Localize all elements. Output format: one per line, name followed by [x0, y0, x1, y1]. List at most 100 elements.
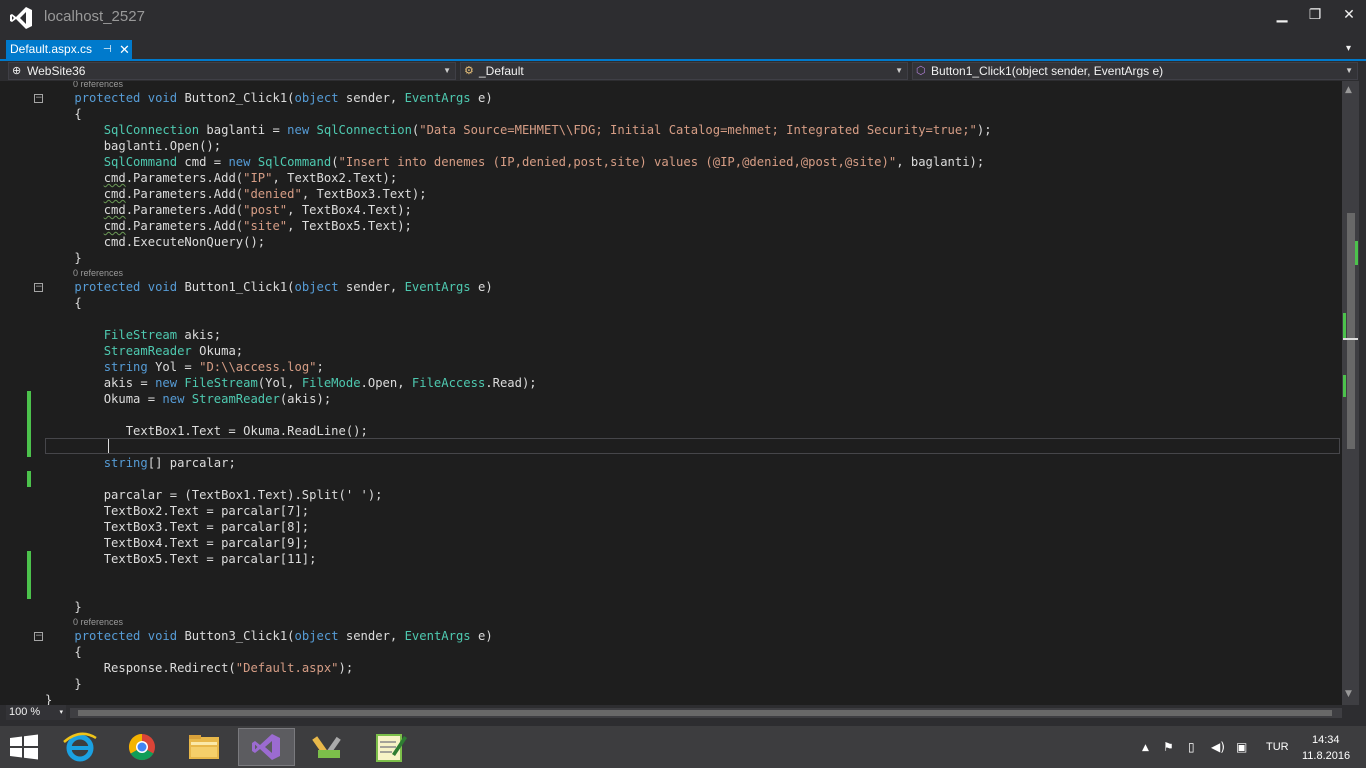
minimize-button[interactable]: ▁ [1267, 4, 1297, 26]
power-battery-icon[interactable]: ▯ [1188, 740, 1195, 754]
action-center-flag-icon[interactable]: ⚑ [1163, 740, 1174, 754]
class-dropdown[interactable]: ⚙ _Default ▼ [460, 62, 908, 80]
codelens-references[interactable]: 0 references [73, 268, 123, 278]
code-line: cmd.Parameters.Add("denied", TextBox3.Te… [103, 187, 427, 201]
code-line: TextBox3.Text = parcalar[8]; [45, 520, 310, 534]
restore-button[interactable]: ❐ [1300, 4, 1330, 26]
chevron-down-icon: ▾ [59, 709, 63, 716]
tab-label: Default.aspx.cs [10, 42, 93, 56]
code-line: } [45, 693, 53, 705]
method-icon: ⬡ [916, 65, 926, 77]
code-line: TextBox4.Text = parcalar[9]; [45, 536, 310, 550]
code-line: parcalar = (TextBox1.Text).Split(' '); [45, 488, 383, 502]
code-line: cmd.Parameters.Add("IP", TextBox2.Text); [103, 171, 398, 185]
member-dropdown-value: Button1_Click1(object sender, EventArgs … [931, 64, 1164, 78]
scroll-up-arrow-icon[interactable]: ▲ [1345, 85, 1352, 95]
chevron-down-icon: ▼ [1345, 66, 1353, 75]
vertical-scrollbar[interactable]: ▲ ▼ [1342, 81, 1359, 705]
codelens-references[interactable]: 0 references [73, 81, 123, 89]
document-tab-strip: Default.aspx.cs ⊣ ✕ ▾ [0, 40, 1366, 60]
window-title: localhost_2527 [44, 8, 145, 25]
windows-start-icon[interactable] [8, 734, 40, 760]
code-line: TextBox2.Text = parcalar[7]; [45, 504, 310, 518]
code-line: } [45, 251, 82, 265]
pin-tab-icon[interactable]: ⊣ [103, 40, 112, 59]
input-language-indicator[interactable]: TUR [1266, 741, 1289, 753]
code-line: Okuma = new StreamReader(akis); [45, 392, 332, 406]
visual-studio-logo-icon [10, 7, 32, 29]
project-dropdown-value: WebSite36 [27, 64, 86, 78]
code-line: } [45, 677, 82, 691]
tab-default-aspx-cs[interactable]: Default.aspx.cs ⊣ ✕ [6, 40, 132, 60]
zoom-dropdown[interactable]: 100 % ▾ [6, 705, 66, 720]
chrome-icon[interactable] [114, 728, 171, 766]
code-line: string Yol = "D:\\access.log"; [103, 360, 324, 374]
code-editor[interactable]: − − − 0 references 0 references 0 refere… [0, 81, 1342, 705]
code-line: Response.Redirect("Default.aspx"); [45, 661, 354, 675]
code-line: SqlCommand cmd = new SqlCommand("Insert … [103, 155, 985, 169]
code-line: { [45, 107, 82, 121]
code-line: { [45, 296, 82, 310]
chevron-down-icon: ▼ [443, 66, 451, 75]
code-line: StreamReader Okuma; [103, 344, 244, 358]
changed-lines-marker [27, 471, 31, 487]
code-line: TextBox5.Text = parcalar[11]; [45, 552, 317, 566]
horizontal-scrollbar[interactable] [70, 708, 1342, 718]
class-icon: ⚙ [464, 65, 474, 77]
title-bar: localhost_2527 ▁ ❐ ✕ [0, 0, 1366, 36]
tools-app-icon[interactable] [300, 728, 357, 766]
vertical-scroll-thumb[interactable] [1347, 213, 1355, 449]
code-line: string[] parcalar; [103, 456, 236, 470]
code-line: cmd.Parameters.Add("site", TextBox5.Text… [103, 219, 412, 233]
scroll-down-arrow-icon[interactable]: ▼ [1345, 689, 1352, 699]
code-line: SqlConnection baglanti = new SqlConnecti… [103, 123, 992, 137]
windows-taskbar: ▲ ⚑ ▯ ◀) ▣ TUR 14:34 11.8.2016 [0, 726, 1366, 768]
horizontal-scroll-thumb[interactable] [78, 710, 1332, 716]
notepad-app-icon[interactable] [362, 728, 419, 766]
member-dropdown[interactable]: ⬡ Button1_Click1(object sender, EventArg… [912, 62, 1358, 80]
code-line: baglanti.Open(); [45, 139, 222, 153]
code-line: } [45, 600, 82, 614]
change-map-marker [1343, 313, 1346, 339]
collapse-method-icon[interactable]: − [34, 94, 43, 103]
code-line: TextBox1.Text = Okuma.ReadLine(); [45, 424, 368, 438]
collapse-method-icon[interactable]: − [34, 632, 43, 641]
changed-lines-marker [27, 551, 31, 599]
editor-bottom-bar: 100 % ▾ [0, 705, 1366, 720]
visual-studio-icon[interactable] [238, 728, 295, 766]
code-line: akis = new FileStream(Yol, FileMode.Open… [45, 376, 537, 390]
change-map-marker [1343, 375, 1346, 397]
tab-overflow-dropdown-icon[interactable]: ▾ [1346, 43, 1351, 54]
class-dropdown-value: _Default [479, 64, 524, 78]
chevron-down-icon: ▼ [895, 66, 903, 75]
close-window-button[interactable]: ✕ [1334, 4, 1364, 26]
code-line: { [45, 645, 82, 659]
clock-time[interactable]: 14:34 [1312, 734, 1340, 746]
volume-icon[interactable]: ◀) [1211, 740, 1225, 754]
zoom-value: 100 % [9, 706, 41, 718]
project-dropdown[interactable]: ⊕ WebSite36 ▼ [8, 62, 456, 80]
code-line: FileStream akis; [103, 328, 222, 342]
text-caret [108, 439, 109, 453]
editor-margin: − − − [0, 81, 44, 705]
code-text-area[interactable]: 0 references 0 references 0 references p… [45, 81, 1342, 705]
file-explorer-icon[interactable] [176, 728, 233, 766]
current-line-highlight [45, 438, 1340, 454]
code-line: protected void Button1_Click1(object sen… [74, 280, 493, 294]
code-line: protected void Button2_Click1(object sen… [74, 91, 493, 105]
code-line: protected void Button3_Click1(object sen… [74, 629, 493, 643]
clock-date[interactable]: 11.8.2016 [1302, 750, 1350, 762]
globe-icon: ⊕ [12, 65, 22, 77]
changed-lines-marker [27, 391, 31, 457]
navigation-bar: ⊕ WebSite36 ▼ ⚙ _Default ▼ ⬡ Button1_Cli… [0, 61, 1366, 81]
internet-explorer-icon[interactable] [52, 728, 109, 766]
code-line: cmd.ExecuteNonQuery(); [45, 235, 266, 249]
codelens-references[interactable]: 0 references [73, 617, 123, 627]
change-map-marker [1355, 241, 1358, 265]
caret-position-marker [1343, 338, 1358, 340]
close-tab-icon[interactable]: ✕ [119, 40, 130, 59]
network-icon[interactable]: ▣ [1236, 740, 1247, 754]
collapse-method-icon[interactable]: − [34, 283, 43, 292]
show-hidden-icons-button[interactable]: ▲ [1142, 743, 1149, 753]
code-line: cmd.Parameters.Add("post", TextBox4.Text… [103, 203, 412, 217]
